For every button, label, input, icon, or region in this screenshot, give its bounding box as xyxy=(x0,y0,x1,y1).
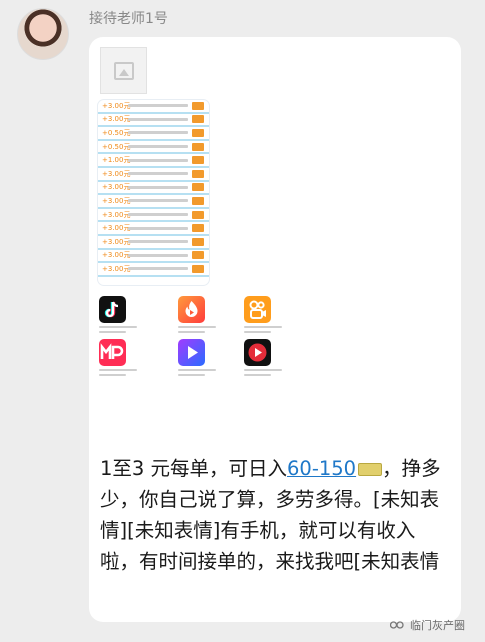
app-card-5[interactable] xyxy=(178,339,216,376)
app-card-4[interactable] xyxy=(99,339,137,376)
watermark-text: 临门灰产圈 xyxy=(410,619,465,632)
task-row: +1.00元 xyxy=(98,154,209,168)
task-row: +3.00元 xyxy=(98,168,209,182)
task-row: +3.00元 xyxy=(98,209,209,223)
task-price: +3.00元 xyxy=(102,183,131,192)
task-row: +3.00元 xyxy=(98,263,209,277)
task-row: +3.00元 xyxy=(98,114,209,128)
message-text: 1至3 元每单，可日入60-150 ，挣多少，你自己说了算，多劳多得。[未知表情]… xyxy=(100,453,450,577)
flame-video-icon xyxy=(178,296,205,323)
task-row: +3.00元 xyxy=(98,236,209,250)
task-row: +0.50元 xyxy=(98,141,209,155)
money-emoji-icon xyxy=(358,463,383,476)
task-row: +3.00元 xyxy=(98,195,209,209)
task-price: +0.50元 xyxy=(102,142,131,151)
task-row: +3.00元 xyxy=(98,250,209,264)
red-play-icon xyxy=(244,339,271,366)
task-price: +1.00元 xyxy=(102,156,131,165)
avatar[interactable] xyxy=(17,8,69,60)
amount-link[interactable]: 60-150 xyxy=(287,457,356,480)
tiktok-icon xyxy=(99,296,126,323)
task-row: +3.00元 xyxy=(98,100,209,114)
task-price: +3.00元 xyxy=(102,101,131,110)
task-price: +3.00元 xyxy=(102,264,131,273)
broken-image[interactable] xyxy=(100,47,147,94)
task-price: +3.00元 xyxy=(102,251,131,260)
wechat-channel-icon xyxy=(390,621,404,629)
play-video-icon xyxy=(178,339,205,366)
sender-name: 接待老师1号 xyxy=(89,11,168,27)
task-price: +3.00元 xyxy=(102,224,131,233)
app-card-1[interactable] xyxy=(99,296,137,333)
image-placeholder-icon xyxy=(114,62,134,80)
watermark: 临门灰产圈 xyxy=(390,617,465,633)
task-row: +3.00元 xyxy=(98,182,209,196)
task-price: +3.00元 xyxy=(102,169,131,178)
task-row: +3.00元 xyxy=(98,222,209,236)
task-price: +3.00元 xyxy=(102,210,131,219)
task-row: +0.50元 xyxy=(98,127,209,141)
task-price: +3.00元 xyxy=(102,237,131,246)
app-card-6[interactable] xyxy=(244,339,282,376)
task-price: +3.00元 xyxy=(102,196,131,205)
app-card-2[interactable] xyxy=(178,296,216,333)
message-part-1: 1至3 元每单，可日入 xyxy=(100,457,288,480)
mp-icon xyxy=(99,339,126,366)
task-list-image[interactable]: +3.00元 +3.00元 +0.50元 +0.50元 +1.00元 +3.00… xyxy=(98,100,209,285)
kuaishou-icon xyxy=(244,296,271,323)
task-price: +0.50元 xyxy=(102,128,131,137)
app-card-3[interactable] xyxy=(244,296,282,333)
task-price: +3.00元 xyxy=(102,115,131,124)
